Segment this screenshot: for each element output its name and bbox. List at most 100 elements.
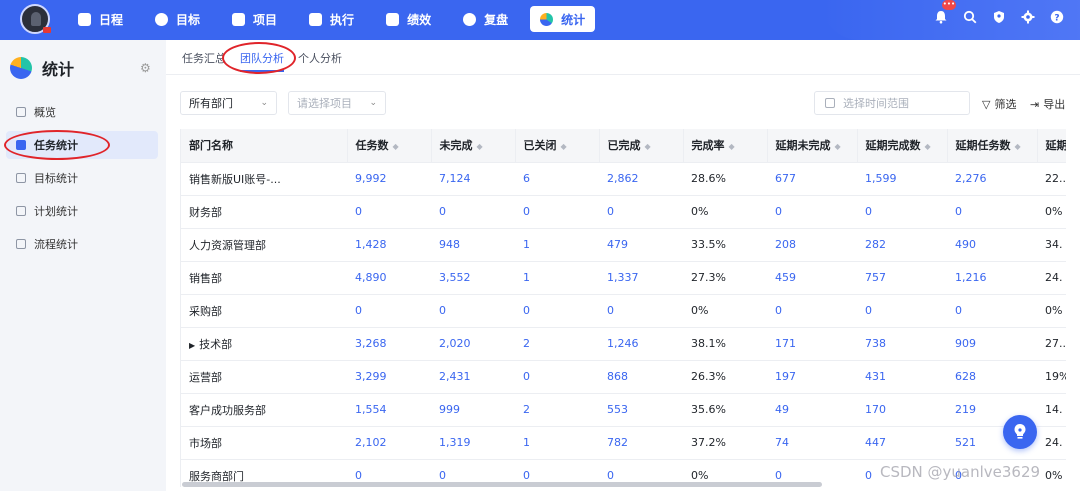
sort-icon[interactable]: ◆	[925, 142, 931, 151]
table-cell[interactable]: 431	[857, 360, 947, 394]
table-cell[interactable]: 1,428	[347, 228, 431, 262]
table-cell[interactable]: 74	[767, 426, 857, 460]
sidebar-item-goal-statistics[interactable]: 目标统计	[6, 164, 158, 192]
table-cell[interactable]: 0	[431, 294, 515, 328]
table-cell[interactable]: 9,992	[347, 162, 431, 196]
table-cell[interactable]: 782	[599, 426, 683, 460]
sort-icon[interactable]: ◆	[1015, 142, 1021, 151]
table-cell[interactable]: 459	[767, 261, 857, 295]
table-cell[interactable]: 628	[947, 360, 1037, 394]
table-cell[interactable]: 0	[857, 195, 947, 229]
table-cell[interactable]: 4,890	[347, 261, 431, 295]
help-bulb-floating-button[interactable]	[1003, 415, 1037, 449]
tab-personal-analysis[interactable]: 个人分析	[298, 52, 342, 72]
column-header[interactable]: 延期完成数 ◆	[857, 129, 948, 163]
table-cell[interactable]: 0	[515, 294, 599, 328]
table-cell[interactable]: 1,554	[347, 393, 431, 427]
sort-icon[interactable]: ◆	[477, 142, 483, 151]
table-cell[interactable]: 0	[947, 195, 1037, 229]
table-cell[interactable]: 447	[857, 426, 947, 460]
nav-item-projects[interactable]: 项目	[222, 6, 287, 32]
table-cell[interactable]: 999	[431, 393, 515, 427]
table-cell[interactable]: 2,102	[347, 426, 431, 460]
column-header[interactable]: 延期任务数 ◆	[947, 129, 1038, 163]
table-cell[interactable]: 0	[515, 195, 599, 229]
department-select[interactable]: 所有部门 ⌄	[180, 91, 277, 115]
sort-icon[interactable]: ◆	[729, 142, 735, 151]
table-cell[interactable]: 0	[599, 294, 683, 328]
table-cell[interactable]: 757	[857, 261, 947, 295]
table-row[interactable]: 销售新版UI账号-... 9,992 7,124 6 2,862 28.6% 677 1,59…	[181, 162, 1066, 196]
table-cell[interactable]: 0	[599, 195, 683, 229]
table-cell[interactable]: 282	[857, 228, 947, 262]
table-cell[interactable]: 1	[515, 228, 599, 262]
gear-icon[interactable]	[1021, 10, 1035, 24]
table-cell[interactable]: 3,268	[347, 327, 431, 361]
table-cell[interactable]: 1	[515, 426, 599, 460]
nav-item-review[interactable]: 复盘	[453, 6, 518, 32]
sidebar-item-plan-statistics[interactable]: 计划统计	[6, 197, 158, 225]
table-cell[interactable]: 0	[347, 195, 431, 229]
table-cell[interactable]: 7,124	[431, 162, 515, 196]
table-row[interactable]: 市场部 2,102 1,319 1 782 37.2% 74 447 521 24.	[181, 426, 1066, 460]
table-cell[interactable]: 1,319	[431, 426, 515, 460]
table-cell[interactable]: 553	[599, 393, 683, 427]
sidebar-item-process-statistics[interactable]: 流程统计	[6, 230, 158, 258]
table-cell[interactable]: 677	[767, 162, 857, 196]
help-icon[interactable]: ?	[1050, 10, 1064, 24]
table-cell[interactable]: 197	[767, 360, 857, 394]
column-header[interactable]: 已关闭 ◆	[515, 129, 600, 163]
search-icon[interactable]	[963, 10, 977, 24]
table-cell[interactable]: 1,246	[599, 327, 683, 361]
nav-item-statistics[interactable]: 统计	[530, 6, 596, 32]
table-cell[interactable]: 2,276	[947, 162, 1037, 196]
column-header[interactable]: 完成率 ◆	[683, 129, 768, 163]
table-cell[interactable]: 738	[857, 327, 947, 361]
sidebar-item-overview[interactable]: 概览	[6, 98, 158, 126]
table-cell[interactable]: 1,599	[857, 162, 947, 196]
project-select[interactable]: 请选择项目 ⌄	[288, 91, 386, 115]
table-cell[interactable]: 909	[947, 327, 1037, 361]
table-row[interactable]: 采购部 0 0 0 0 0% 0 0 0 0%	[181, 294, 1066, 328]
sidebar-settings-gear-icon[interactable]: ⚙	[140, 62, 152, 74]
sort-icon[interactable]: ◆	[561, 142, 567, 151]
column-header[interactable]: 未完成 ◆	[431, 129, 516, 163]
table-cell[interactable]: 868	[599, 360, 683, 394]
table-cell[interactable]: 3,552	[431, 261, 515, 295]
column-header[interactable]: 延期	[1037, 129, 1066, 163]
bell-icon[interactable]	[934, 10, 948, 24]
table-cell[interactable]: 0	[767, 294, 857, 328]
table-row[interactable]: 财务部 0 0 0 0 0% 0 0 0 0%	[181, 195, 1066, 229]
table-cell[interactable]: 170	[857, 393, 947, 427]
table-cell[interactable]: 479	[599, 228, 683, 262]
nav-item-goals[interactable]: 目标	[145, 6, 210, 32]
column-header[interactable]: 延期未完成 ◆	[767, 129, 858, 163]
nav-item-execution[interactable]: 执行	[299, 6, 364, 32]
sort-icon[interactable]: ◆	[835, 142, 841, 151]
table-cell[interactable]: 2,020	[431, 327, 515, 361]
sort-icon[interactable]: ◆	[645, 142, 651, 151]
table-cell[interactable]: 0	[515, 360, 599, 394]
export-button[interactable]: ⇥ 导出	[1030, 96, 1065, 112]
user-shield-icon[interactable]	[992, 10, 1006, 24]
table-cell[interactable]: 0	[947, 294, 1037, 328]
nav-item-performance[interactable]: 绩效	[376, 6, 441, 32]
table-cell[interactable]: 0	[431, 195, 515, 229]
table-cell[interactable]: 2	[515, 393, 599, 427]
table-cell[interactable]: 0	[767, 195, 857, 229]
table-cell[interactable]: 171	[767, 327, 857, 361]
column-header[interactable]: 已完成 ◆	[599, 129, 684, 163]
nav-item-schedule[interactable]: 日程	[68, 6, 133, 32]
table-cell[interactable]: 2	[515, 327, 599, 361]
table-row[interactable]: ▶ 技术部 3,268 2,020 2 1,246 38.1% 171 738 909 27..	[181, 327, 1066, 361]
sort-icon[interactable]: ◆	[393, 142, 399, 151]
table-cell[interactable]: 0	[347, 294, 431, 328]
table-row[interactable]: 运营部 3,2992,431086826.3%19743162819%	[181, 360, 1066, 394]
table-cell[interactable]: 1,216	[947, 261, 1037, 295]
date-range-picker[interactable]: 选择时间范围	[814, 91, 970, 115]
table-row[interactable]: 销售部 4,890 3,552 1 1,337 27.3% 459 757 1,216 24.	[181, 261, 1066, 295]
column-header[interactable]: 任务数 ◆	[347, 129, 432, 163]
horizontal-scrollbar[interactable]	[182, 482, 822, 487]
table-cell[interactable]: 1,337	[599, 261, 683, 295]
table-row[interactable]: 客户成功服务部 1,554 999 2 553 35.6% 49 170 219 14.	[181, 393, 1066, 427]
